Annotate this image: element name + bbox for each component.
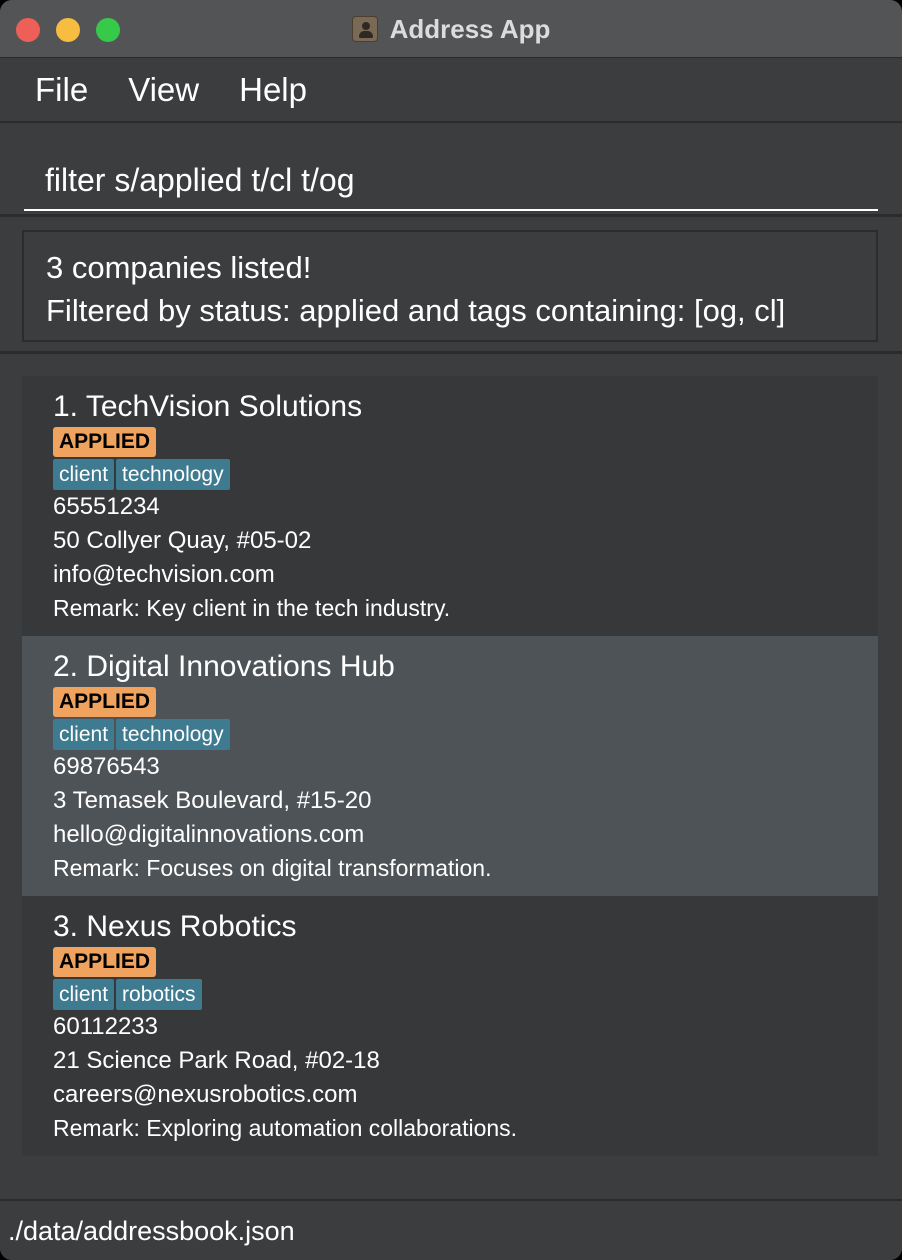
menu-view[interactable]: View (128, 71, 199, 109)
tag: robotics (116, 979, 202, 1010)
company-email: info@techvision.com (53, 561, 275, 588)
tag: client (53, 459, 115, 490)
title-bar: Address App (0, 0, 902, 58)
company-list-panel: 1. TechVision Solutions APPLIED client t… (0, 357, 902, 1199)
company-name: 2. Digital Innovations Hub (53, 650, 395, 683)
company-phone: 69876543 (53, 753, 160, 780)
company-remark: Remark: Exploring automation collaborati… (53, 1115, 518, 1141)
company-card-1[interactable]: 1. TechVision Solutions APPLIED client t… (22, 376, 878, 636)
status-bar: ./data/addressbook.json (0, 1199, 902, 1260)
result-display-area: 3 companies listed! Filtered by status: … (0, 220, 902, 354)
menu-help[interactable]: Help (239, 71, 307, 109)
company-phone: 60112233 (53, 1013, 158, 1040)
company-name: 3. Nexus Robotics (53, 910, 297, 943)
company-email: hello@digitalinnovations.com (53, 821, 365, 848)
tag: technology (116, 719, 230, 750)
company-name: 1. TechVision Solutions (53, 390, 363, 423)
window-title-wrap: Address App (0, 12, 902, 46)
company-remark: Remark: Focuses on digital transformatio… (53, 855, 492, 881)
company-address: 50 Collyer Quay, #05-02 (53, 527, 312, 554)
tag: client (53, 979, 115, 1010)
result-line-filter: Filtered by status: applied and tags con… (46, 293, 786, 328)
status-badge: APPLIED (53, 687, 157, 717)
save-location: ./data/addressbook.json (8, 1216, 295, 1246)
tag-list: client technology (53, 719, 232, 750)
command-input[interactable] (24, 145, 878, 211)
company-address: 21 Science Park Road, #02-18 (53, 1047, 380, 1074)
command-box (0, 125, 902, 217)
menu-file[interactable]: File (35, 71, 88, 109)
company-list[interactable]: 1. TechVision Solutions APPLIED client t… (22, 376, 878, 1156)
company-card-2[interactable]: 2. Digital Innovations Hub APPLIED clien… (22, 636, 878, 896)
status-badge: APPLIED (53, 947, 157, 977)
tag: technology (116, 459, 230, 490)
tag-list: client technology (53, 459, 232, 490)
company-card-3[interactable]: 3. Nexus Robotics APPLIED client robotic… (22, 896, 878, 1156)
menu-bar: File View Help (0, 59, 902, 123)
result-line-count: 3 companies listed! (46, 250, 312, 285)
tag: client (53, 719, 115, 750)
company-email: careers@nexusrobotics.com (53, 1081, 358, 1108)
tag-list: client robotics (53, 979, 204, 1010)
window-title: Address App (389, 13, 551, 44)
status-badge: APPLIED (53, 427, 157, 457)
company-remark: Remark: Key client in the tech industry. (53, 595, 451, 621)
app-window: Address App File View Help 3 companies l… (0, 0, 902, 1260)
address-app-icon (351, 16, 378, 42)
result-display: 3 companies listed! Filtered by status: … (22, 230, 878, 342)
company-address: 3 Temasek Boulevard, #15-20 (53, 787, 372, 814)
company-phone: 65551234 (53, 493, 160, 520)
